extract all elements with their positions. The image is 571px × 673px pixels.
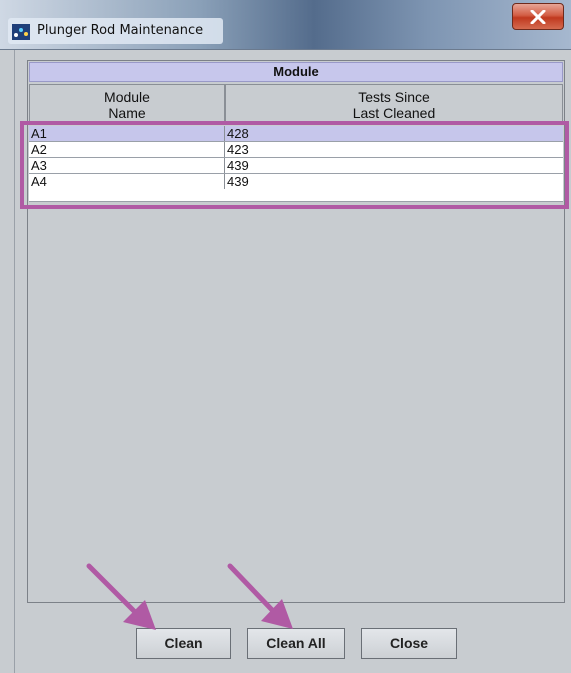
app-icon xyxy=(12,24,30,40)
column-header-line: Module xyxy=(104,89,150,105)
tests-count-cell: 439 xyxy=(227,158,249,173)
clean-button[interactable]: Clean xyxy=(136,628,231,659)
module-name-cell: A4 xyxy=(29,174,225,189)
module-name-cell: A3 xyxy=(29,158,225,173)
table-row[interactable]: A2 423 xyxy=(29,142,563,158)
tests-count-cell: 428 xyxy=(227,126,249,141)
module-name-cell: A1 xyxy=(29,126,225,141)
table-row[interactable]: A3 439 xyxy=(29,158,563,174)
clean-all-button[interactable]: Clean All xyxy=(247,628,345,659)
title-bar[interactable]: Plunger Rod Maintenance xyxy=(0,0,571,50)
table-row[interactable]: A4 439 xyxy=(29,174,563,202)
maintenance-window: Plunger Rod Maintenance Module Module Na… xyxy=(0,0,571,673)
close-window-button[interactable] xyxy=(512,3,564,30)
module-group-header: Module xyxy=(29,62,563,82)
window-title: Plunger Rod Maintenance xyxy=(37,23,204,38)
column-header-line: Name xyxy=(108,105,146,121)
close-button[interactable]: Close xyxy=(361,628,457,659)
column-header-module-name[interactable]: Module Name xyxy=(29,84,225,122)
table-row[interactable]: A1 428 xyxy=(29,126,563,142)
column-header-tests-since-cleaned[interactable]: Tests Since Last Cleaned xyxy=(225,84,563,122)
close-x-icon xyxy=(530,9,546,24)
module-name-cell: A2 xyxy=(29,142,225,157)
tests-count-cell: 423 xyxy=(227,142,249,157)
column-header-line: Last Cleaned xyxy=(352,105,436,121)
column-header-line: Tests Since xyxy=(358,89,430,105)
tests-count-cell: 439 xyxy=(227,174,249,189)
